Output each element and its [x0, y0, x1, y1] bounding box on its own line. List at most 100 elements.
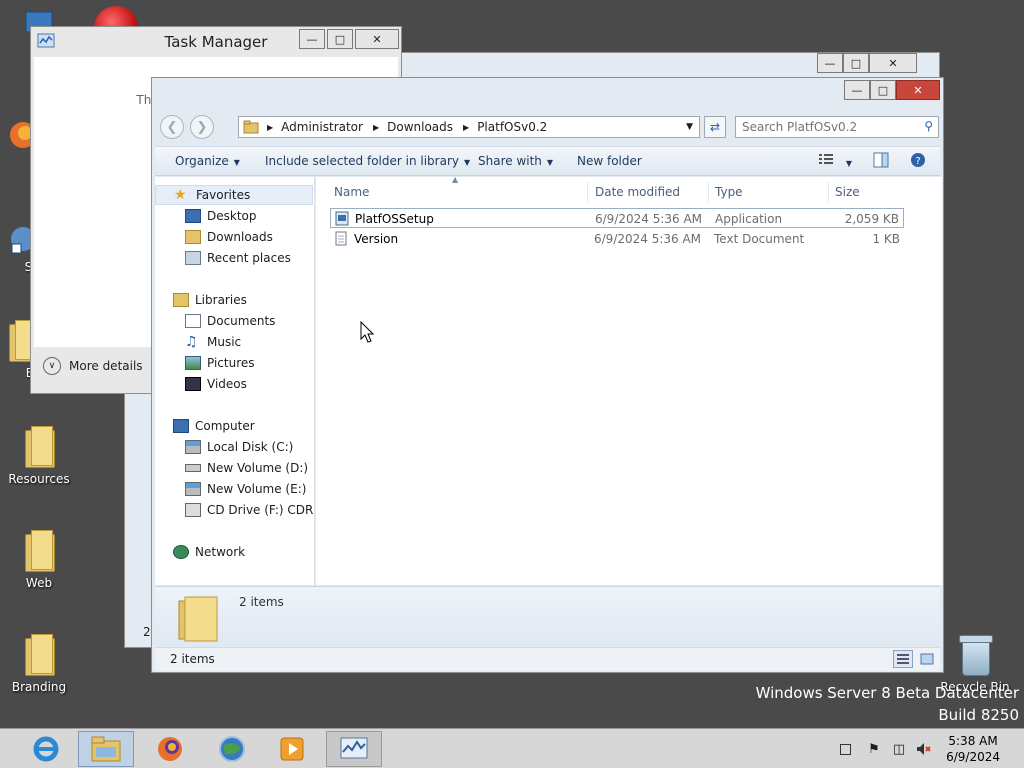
breadcrumb-platfos[interactable]: PlatfOSv0.2 [477, 120, 547, 134]
command-bar: Organize ▼ Include selected folder in lib… [155, 146, 940, 176]
column-header-size[interactable]: Size [829, 181, 909, 203]
close-button[interactable]: ✕ [869, 53, 917, 73]
organize-button[interactable]: Organize ▼ [175, 154, 240, 168]
nav-local-disk[interactable]: Local Disk (C:) [185, 437, 293, 457]
desktop-icon-resources[interactable]: Resources [4, 424, 74, 486]
nav-desktop[interactable]: Desktop [185, 206, 257, 226]
include-in-library-button[interactable]: Include selected folder in library ▼ [265, 154, 470, 168]
mouse-cursor-icon [360, 321, 374, 343]
nav-volume-d[interactable]: New Volume (D:) [185, 458, 308, 478]
local-disk-icon [185, 440, 201, 454]
downloads-folder-icon [185, 230, 201, 244]
taskbar-file-explorer[interactable] [78, 731, 134, 767]
search-icon: ⚲ [924, 119, 933, 133]
minimize-button[interactable]: — [817, 53, 843, 73]
forward-button[interactable]: ❯ [190, 115, 214, 139]
details-view-button[interactable] [893, 650, 913, 668]
taskbar-task-manager[interactable] [326, 731, 382, 767]
new-folder-button[interactable]: New folder [577, 154, 642, 168]
nav-network[interactable]: Network [173, 542, 245, 562]
nav-cd-drive[interactable]: CD Drive (F:) CDROM [185, 500, 314, 520]
close-button[interactable]: ✕ [355, 29, 399, 49]
taskbar: ⚑ ◫ 5:38 AM 6/9/2024 [0, 728, 1024, 768]
star-icon: ★ [174, 187, 187, 203]
nav-volume-e[interactable]: New Volume (E:) [185, 479, 306, 499]
taskbar-globe-app[interactable] [204, 731, 260, 767]
search-input[interactable] [736, 117, 916, 137]
file-name: PlatfOSSetup [355, 212, 434, 226]
recycle-bin-icon [958, 632, 993, 676]
address-dropdown-icon[interactable]: ▼ [686, 122, 693, 132]
music-note-icon: ♫ [185, 334, 198, 350]
maximize-button[interactable]: □ [843, 53, 869, 73]
nav-documents[interactable]: Documents [185, 311, 275, 331]
media-player-icon [280, 737, 304, 761]
status-count: 2 [143, 625, 151, 639]
dropdown-arrow-icon: ▼ [463, 158, 471, 167]
breadcrumb-downloads[interactable]: Downloads [387, 120, 453, 134]
nav-computer[interactable]: Computer [173, 416, 255, 436]
explorer-window[interactable]: — □ ✕ ❮ ❯ ▶ Administrator ▶ Downloads ▶ … [151, 77, 944, 673]
network-icon [173, 545, 189, 559]
minimize-button[interactable]: — [844, 80, 870, 100]
navigation-pane: ★ Favorites Desktop Downloads Recent plac… [155, 177, 315, 585]
action-center-flag-icon[interactable]: ⚑ [866, 741, 882, 757]
nav-music[interactable]: ♫ Music [185, 332, 241, 352]
back-button[interactable]: ❮ [160, 115, 184, 139]
show-hidden-icons-icon[interactable] [837, 741, 853, 757]
maximize-button[interactable]: □ [327, 29, 353, 49]
preview-pane-icon [873, 152, 889, 168]
desktop-icon-web[interactable]: Web [4, 528, 74, 590]
view-options-button[interactable]: ▼ [818, 152, 852, 169]
desktop-icon-branding[interactable]: Branding [4, 632, 74, 694]
desktop-icon-label: Web [25, 576, 53, 590]
file-row[interactable]: PlatfOSSetup 6/9/2024 5:36 AM Applicatio… [330, 208, 904, 228]
folder-icon [23, 528, 55, 572]
refresh-button[interactable]: ⇄ [704, 116, 726, 138]
dropdown-arrow-icon: ▼ [233, 158, 240, 167]
internet-explorer-icon [33, 736, 59, 762]
preview-pane-button[interactable] [873, 152, 889, 171]
taskbar-internet-explorer[interactable] [18, 731, 74, 767]
file-row[interactable]: Version 6/9/2024 5:36 AM Text Document 1… [330, 229, 904, 249]
breadcrumb-administrator[interactable]: Administrator [281, 120, 363, 134]
nav-libraries[interactable]: Libraries [173, 290, 247, 310]
folder-icon [178, 596, 218, 642]
more-details-button[interactable]: ∨ More details [43, 357, 143, 375]
globe-app-icon [219, 736, 245, 762]
file-type: Application [715, 212, 783, 226]
network-tray-icon[interactable]: ◫ [891, 741, 907, 757]
dropdown-arrow-icon: ▼ [845, 159, 852, 168]
address-row: ❮ ❯ ▶ Administrator ▶ Downloads ▶ PlatfO… [152, 114, 943, 142]
nav-downloads[interactable]: Downloads [185, 227, 273, 247]
address-bar[interactable]: ▶ Administrator ▶ Downloads ▶ PlatfOSv0.… [238, 116, 700, 138]
large-icons-view-icon [920, 653, 934, 665]
drive-icon [185, 482, 201, 496]
taskbar-media-player[interactable] [264, 731, 320, 767]
nav-pictures[interactable]: Pictures [185, 353, 255, 373]
share-with-button[interactable]: Share with ▼ [478, 154, 553, 168]
file-list: ▲ Name Date modified Type Size PlatfOSSe… [316, 175, 942, 585]
maximize-button[interactable]: □ [870, 80, 896, 100]
system-clock[interactable]: 5:38 AM 6/9/2024 [946, 733, 1000, 765]
taskbar-firefox[interactable] [142, 731, 198, 767]
file-size: 1 KB [872, 232, 900, 246]
libraries-icon [173, 293, 189, 307]
search-box[interactable]: ⚲ [735, 116, 939, 138]
minimize-button[interactable]: — [299, 29, 325, 49]
column-header-type[interactable]: Type [709, 181, 829, 203]
firefox-icon [158, 737, 182, 761]
breadcrumb-separator-icon: ▶ [463, 122, 470, 132]
large-icons-view-button[interactable] [917, 650, 937, 668]
drive-icon [185, 464, 201, 472]
nav-favorites[interactable]: ★ Favorites [155, 185, 313, 205]
help-button[interactable]: ? [910, 152, 926, 171]
nav-recent-places[interactable]: Recent places [185, 248, 291, 268]
close-button[interactable]: ✕ [896, 80, 940, 100]
column-header-name[interactable]: Name [328, 181, 588, 203]
file-date: 6/9/2024 5:36 AM [595, 212, 703, 226]
status-bar: 2 items [155, 647, 940, 671]
nav-videos[interactable]: Videos [185, 374, 247, 394]
volume-muted-icon[interactable] [915, 741, 931, 757]
column-header-date[interactable]: Date modified [589, 181, 709, 203]
